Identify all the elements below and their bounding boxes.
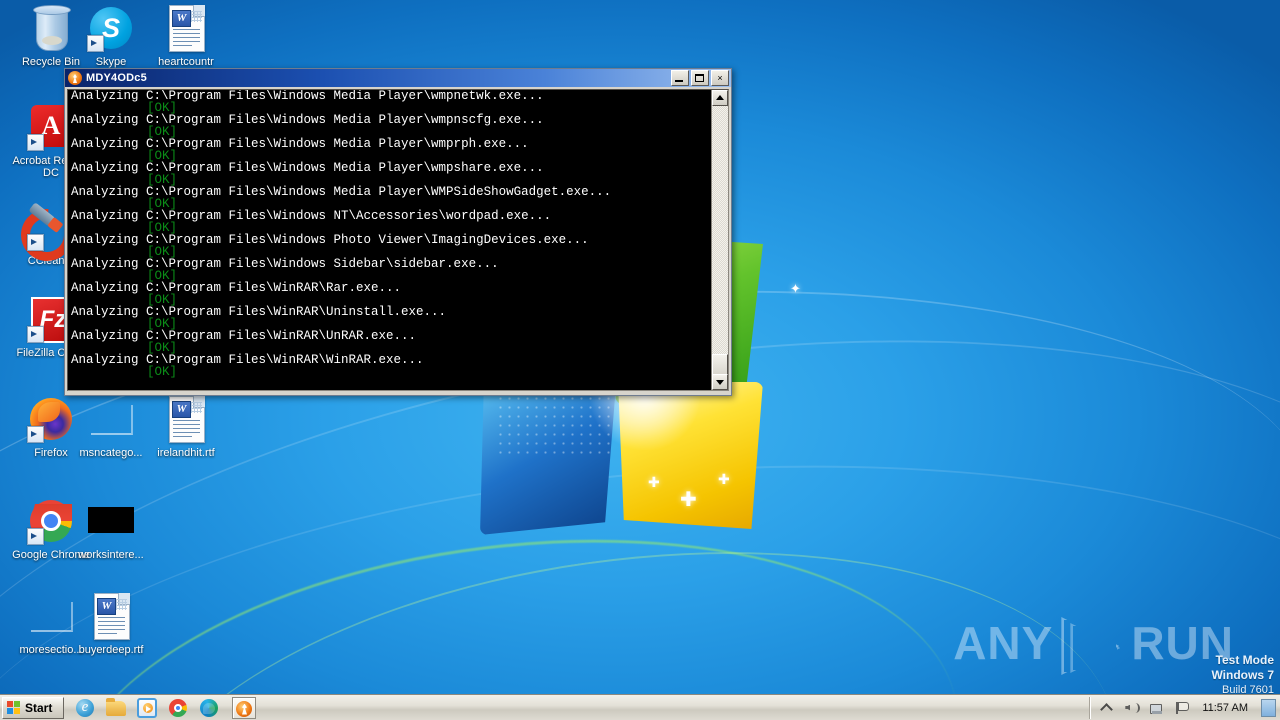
skype-icon: S xyxy=(87,4,135,52)
windows-logo-icon xyxy=(7,700,22,715)
flame-orange-icon xyxy=(68,71,82,85)
msncatego-icon xyxy=(87,395,135,443)
console-output-area[interactable]: Analyzing C:\Program Files\Windows Media… xyxy=(67,89,729,391)
desktop-icon-label: msncatego... xyxy=(79,447,143,459)
console-text: Analyzing C:\Program Files\Windows Media… xyxy=(71,90,710,378)
action-center-flag-icon[interactable] xyxy=(1173,700,1190,716)
internet-explorer-icon[interactable] xyxy=(74,697,96,719)
scroll-down-button[interactable] xyxy=(712,374,728,390)
google-chrome-icon[interactable] xyxy=(167,697,189,719)
windows-explorer-icon[interactable] xyxy=(105,697,127,719)
os-name-label: Windows 7 xyxy=(1211,668,1274,682)
desktop-icon-label: worksintere... xyxy=(78,549,144,561)
window-titlebar[interactable]: MDY4ODc5 × xyxy=(65,69,731,87)
worksintere-icon xyxy=(87,497,135,545)
flag-pane-yellow xyxy=(618,382,763,529)
anyrun-any-text: ANY xyxy=(953,617,1054,669)
heartcountr-icon: W xyxy=(162,4,210,52)
show-desktop-button[interactable] xyxy=(1261,698,1276,717)
desktop-icon-label: Skype xyxy=(95,56,127,68)
network-icon[interactable] xyxy=(1148,700,1164,716)
desktop-icon-skype[interactable]: S Skype xyxy=(68,4,154,68)
maximize-button[interactable] xyxy=(691,70,709,86)
clock[interactable]: 11:57 AM xyxy=(1198,702,1252,714)
butterfly-icon: ✦ xyxy=(790,281,801,296)
console-window[interactable]: MDY4ODc5 × Analyzing C:\Program Files\Wi… xyxy=(64,68,732,396)
volume-icon[interactable] xyxy=(1123,700,1141,716)
test-mode-label: Test Mode xyxy=(1215,653,1274,667)
quick-launch-bar[interactable] xyxy=(74,697,220,719)
desktop-icon-worksintere[interactable]: worksintere... xyxy=(68,497,154,561)
desktop-icon-irelandhit-rtf[interactable]: Wirelandhit.rtf xyxy=(143,395,229,459)
anyrun-watermark: ANY RUN xyxy=(953,616,1234,670)
flame-orange-icon xyxy=(236,700,252,717)
minimize-button[interactable] xyxy=(671,70,689,86)
desktop-icon-label: heartcountr xyxy=(158,56,214,68)
start-button[interactable]: Start xyxy=(2,696,64,719)
close-button[interactable]: × xyxy=(711,70,729,86)
irelandhit-rtf-icon: W xyxy=(162,395,210,443)
start-button-label: Start xyxy=(25,700,53,715)
window-controls: × xyxy=(671,70,729,86)
desktop-icon-label: buyerdeep.rtf xyxy=(78,644,144,656)
desktop-icon-heartcountr[interactable]: Wheartcountr xyxy=(143,4,229,68)
scroll-up-button[interactable] xyxy=(712,90,728,106)
flag-pane-blue xyxy=(480,375,616,535)
taskbar[interactable]: Start 11:57 AM xyxy=(0,694,1280,720)
desktop-icon-buyerdeep-rtf[interactable]: Wbuyerdeep.rtf xyxy=(68,592,154,656)
play-triangle-icon xyxy=(1061,617,1123,669)
desktop-icon-label: irelandhit.rtf xyxy=(157,447,215,459)
console-status-ok: [OK] xyxy=(147,365,178,379)
desktop[interactable]: ✚ ✚ ✚ ✦ Recycle Bin S Skype Wheartcountr A Ac… xyxy=(0,0,1280,720)
test-mode-watermark: Test Mode Windows 7 Build 7601 xyxy=(1211,653,1274,698)
microsoft-edge-icon[interactable] xyxy=(198,697,220,719)
desktop-icon-msncatego[interactable]: msncatego... xyxy=(68,395,154,459)
taskbar-item-mdy4odc5[interactable] xyxy=(232,696,256,719)
show-hidden-icons-icon[interactable] xyxy=(1098,700,1114,716)
buyerdeep-rtf-icon: W xyxy=(87,592,135,640)
anyrun-run-text: RUN xyxy=(1131,617,1234,669)
windows-media-player-icon[interactable] xyxy=(136,697,158,719)
window-title: MDY4ODc5 xyxy=(86,72,147,84)
system-tray[interactable]: 11:57 AM xyxy=(1089,696,1280,719)
vertical-scrollbar[interactable] xyxy=(711,90,728,390)
